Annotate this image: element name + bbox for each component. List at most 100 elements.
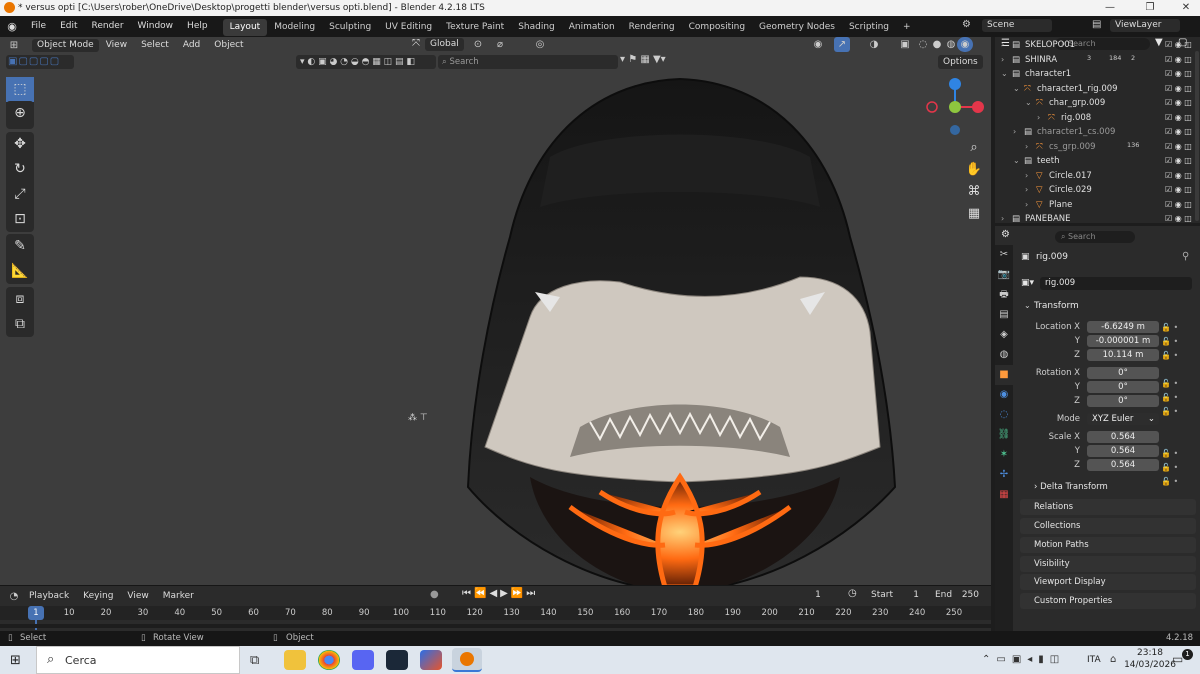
visibility-eye-icon[interactable]: ☑ ◉ ◫ xyxy=(1165,53,1192,68)
object-name-field[interactable]: rig.009 xyxy=(1040,277,1192,290)
taskbar-search-box[interactable]: ⌕ Cerca xyxy=(36,646,240,674)
workspace-tab-rendering[interactable]: Rendering xyxy=(622,19,682,36)
expand-chevron-icon[interactable]: › xyxy=(1013,125,1016,140)
cursor-tool-icon[interactable]: ⊕ xyxy=(6,101,34,126)
measure-tool-icon[interactable]: 📐 xyxy=(6,259,34,284)
network-icon[interactable]: ⌂ xyxy=(1110,654,1116,665)
auto-keying-icon[interactable]: ● xyxy=(430,589,439,600)
annotate-tool-icon[interactable]: ✎ xyxy=(6,234,34,259)
properties-search-input[interactable]: ⌕ Search xyxy=(1055,231,1135,243)
visibility-eye-icon[interactable]: ☑ ◉ ◫ xyxy=(1165,212,1192,227)
close-button[interactable]: ✕ xyxy=(1168,0,1200,16)
app-icon[interactable] xyxy=(420,650,442,670)
current-frame-field[interactable]: 1 xyxy=(792,589,844,602)
rotation-y-field[interactable]: 0° xyxy=(1087,381,1159,393)
menu-render[interactable]: Render xyxy=(85,16,131,37)
navigation-gizmo[interactable] xyxy=(922,77,986,141)
texture-tab-icon[interactable]: ▦ xyxy=(995,485,1013,505)
transform-expand-icon[interactable]: ⌄ xyxy=(1024,301,1031,310)
outliner-row[interactable]: › ▽ Circle.017 ☑ ◉ ◫ xyxy=(995,169,1200,184)
outliner-row[interactable]: › ▤ character1_cs.009 ☑ ◉ ◫ xyxy=(995,125,1200,140)
workspace-tab-scripting[interactable]: Scripting xyxy=(842,19,896,36)
menu-edit[interactable]: Edit xyxy=(53,16,84,37)
menu-file[interactable]: File xyxy=(24,16,53,37)
visibility-icon[interactable]: ◉ xyxy=(810,37,826,52)
workspace-tab-compositing[interactable]: Compositing xyxy=(682,19,752,36)
pin-icon[interactable]: ⚲ xyxy=(1182,251,1189,262)
playback-controls[interactable]: ⏮⏪◀▶⏩⏭ xyxy=(462,588,538,599)
x-axis-handle[interactable] xyxy=(972,101,984,113)
transform-tool-icon[interactable]: ⊡ xyxy=(6,207,34,232)
ortho-grid-icon[interactable]: ▦ xyxy=(964,203,984,225)
visibility-panel[interactable]: Visibility xyxy=(1020,556,1196,572)
mode-dropdown[interactable]: Object Mode xyxy=(32,38,99,52)
discord-icon[interactable] xyxy=(352,650,374,670)
visibility-eye-icon[interactable]: ☑ ◉ ◫ xyxy=(1165,154,1192,169)
timeline-scrollbar[interactable] xyxy=(0,624,991,628)
expand-chevron-icon[interactable]: › xyxy=(1025,140,1028,155)
scale-y-field[interactable]: 0.564 xyxy=(1087,445,1159,457)
workspace-tab-geometry-nodes[interactable]: Geometry Nodes xyxy=(752,19,842,36)
expand-chevron-icon[interactable]: ⌄ xyxy=(1025,96,1032,111)
xray-icon[interactable]: ▣ xyxy=(897,37,913,52)
expand-chevron-icon[interactable]: ⌄ xyxy=(1013,154,1020,169)
properties-editor-type-icon[interactable]: ⚙ xyxy=(1001,229,1010,240)
tool-tab-icon[interactable]: ✂ xyxy=(995,245,1013,265)
visibility-eye-icon[interactable]: ☑ ◉ ◫ xyxy=(1165,82,1192,97)
timeline-menu-marker[interactable]: Marker xyxy=(156,586,201,607)
location-z-field[interactable]: 10.114 m xyxy=(1087,349,1159,361)
view-layer-selector[interactable]: ViewLayer xyxy=(1110,19,1180,32)
y-axis-handle[interactable] xyxy=(949,101,961,113)
expand-chevron-icon[interactable]: › xyxy=(1001,53,1004,68)
expand-chevron-icon[interactable]: › xyxy=(1025,169,1028,184)
visibility-eye-icon[interactable]: ☑ ◉ ◫ xyxy=(1165,125,1192,140)
zoom-icon[interactable]: ⌕ xyxy=(964,137,984,159)
steam-icon[interactable] xyxy=(386,650,408,670)
end-frame-field[interactable]: End 250 xyxy=(930,589,984,602)
system-tray-icons[interactable]: ⌃▭▣◂▮◫ xyxy=(982,654,1065,665)
timeline-menu-view[interactable]: View xyxy=(120,586,155,607)
selection-mode-icons[interactable]: ▣▢▢▢▢ xyxy=(6,55,74,69)
restore-button[interactable]: ❐ xyxy=(1132,0,1168,16)
visibility-eye-icon[interactable]: ☑ ◉ ◫ xyxy=(1165,38,1192,53)
pivot-point-icon[interactable]: ⊙ xyxy=(470,37,486,52)
file-explorer-icon[interactable] xyxy=(284,650,306,670)
gizmo-toggle-icon[interactable]: ↗ xyxy=(834,37,850,52)
motion-paths-panel[interactable]: Motion Paths xyxy=(1020,537,1196,553)
delta-transform-subpanel[interactable]: › Delta Transform xyxy=(1034,482,1108,492)
scale-x-field[interactable]: 0.564 xyxy=(1087,431,1159,443)
visibility-eye-icon[interactable]: ☑ ◉ ◫ xyxy=(1165,96,1192,111)
taskbar-clock[interactable]: 23:18 xyxy=(1134,648,1166,658)
move-tool-icon[interactable]: ✥ xyxy=(6,132,34,157)
editor-type-icon[interactable]: ⊞ xyxy=(6,38,22,53)
overlays-icon[interactable]: ◑ xyxy=(866,37,882,52)
workspace-tab-layout[interactable]: Layout xyxy=(222,19,268,36)
outliner-row[interactable]: › ⤧ rig.008 ☑ ◉ ◫ xyxy=(995,111,1200,126)
workspace-tab-shading[interactable]: Shading xyxy=(511,19,562,36)
timeline-ruler[interactable]: 1 10 20 30 40 50 60 70 80 90 100 110 120 130 140 150 160… xyxy=(0,606,991,620)
rotation-z-field[interactable]: 0° xyxy=(1087,395,1159,407)
object-datablock-icon[interactable]: ▣▾ xyxy=(1021,278,1034,288)
creature-head-model[interactable] xyxy=(400,67,960,585)
preview-range-icon[interactable]: ◷ xyxy=(848,588,857,599)
pan-hand-icon[interactable]: ✋ xyxy=(964,159,984,181)
minimize-button[interactable]: — xyxy=(1092,0,1128,16)
chrome-icon[interactable] xyxy=(318,650,340,670)
transform-orientation-dropdown[interactable]: Global xyxy=(425,38,464,51)
menu-window[interactable]: Window xyxy=(131,16,181,37)
scale-z-field[interactable]: 0.564 xyxy=(1087,459,1159,471)
scene-selector[interactable]: Scene xyxy=(982,19,1052,32)
timeline-menu-playback[interactable]: Playback xyxy=(22,586,76,607)
visibility-eye-icon[interactable]: ☑ ◉ ◫ xyxy=(1165,198,1192,213)
windows-start-icon[interactable]: ⊞ xyxy=(10,653,21,668)
bookmark-filter-icons[interactable]: ▾ ⚑ ▦ ▼▾ xyxy=(620,54,666,65)
expand-chevron-icon[interactable]: › xyxy=(1025,198,1028,213)
outliner-row[interactable]: › ▤ SKELOPO01 ☑ ◉ ◫ xyxy=(995,38,1200,53)
collections-panel[interactable]: Collections xyxy=(1020,518,1196,534)
outliner-row[interactable]: › ▽ Plane ☑ ◉ ◫ xyxy=(995,198,1200,213)
rotate-tool-icon[interactable]: ↻ xyxy=(6,157,34,182)
timeline-menu-keying[interactable]: Keying xyxy=(76,586,120,607)
expand-chevron-icon[interactable]: › xyxy=(1037,111,1040,126)
blender-menu-icon[interactable]: ◉ xyxy=(0,20,24,33)
outliner-row[interactable]: ⌄ ⤧ character1_rig.009 ☑ ◉ ◫ xyxy=(995,82,1200,97)
